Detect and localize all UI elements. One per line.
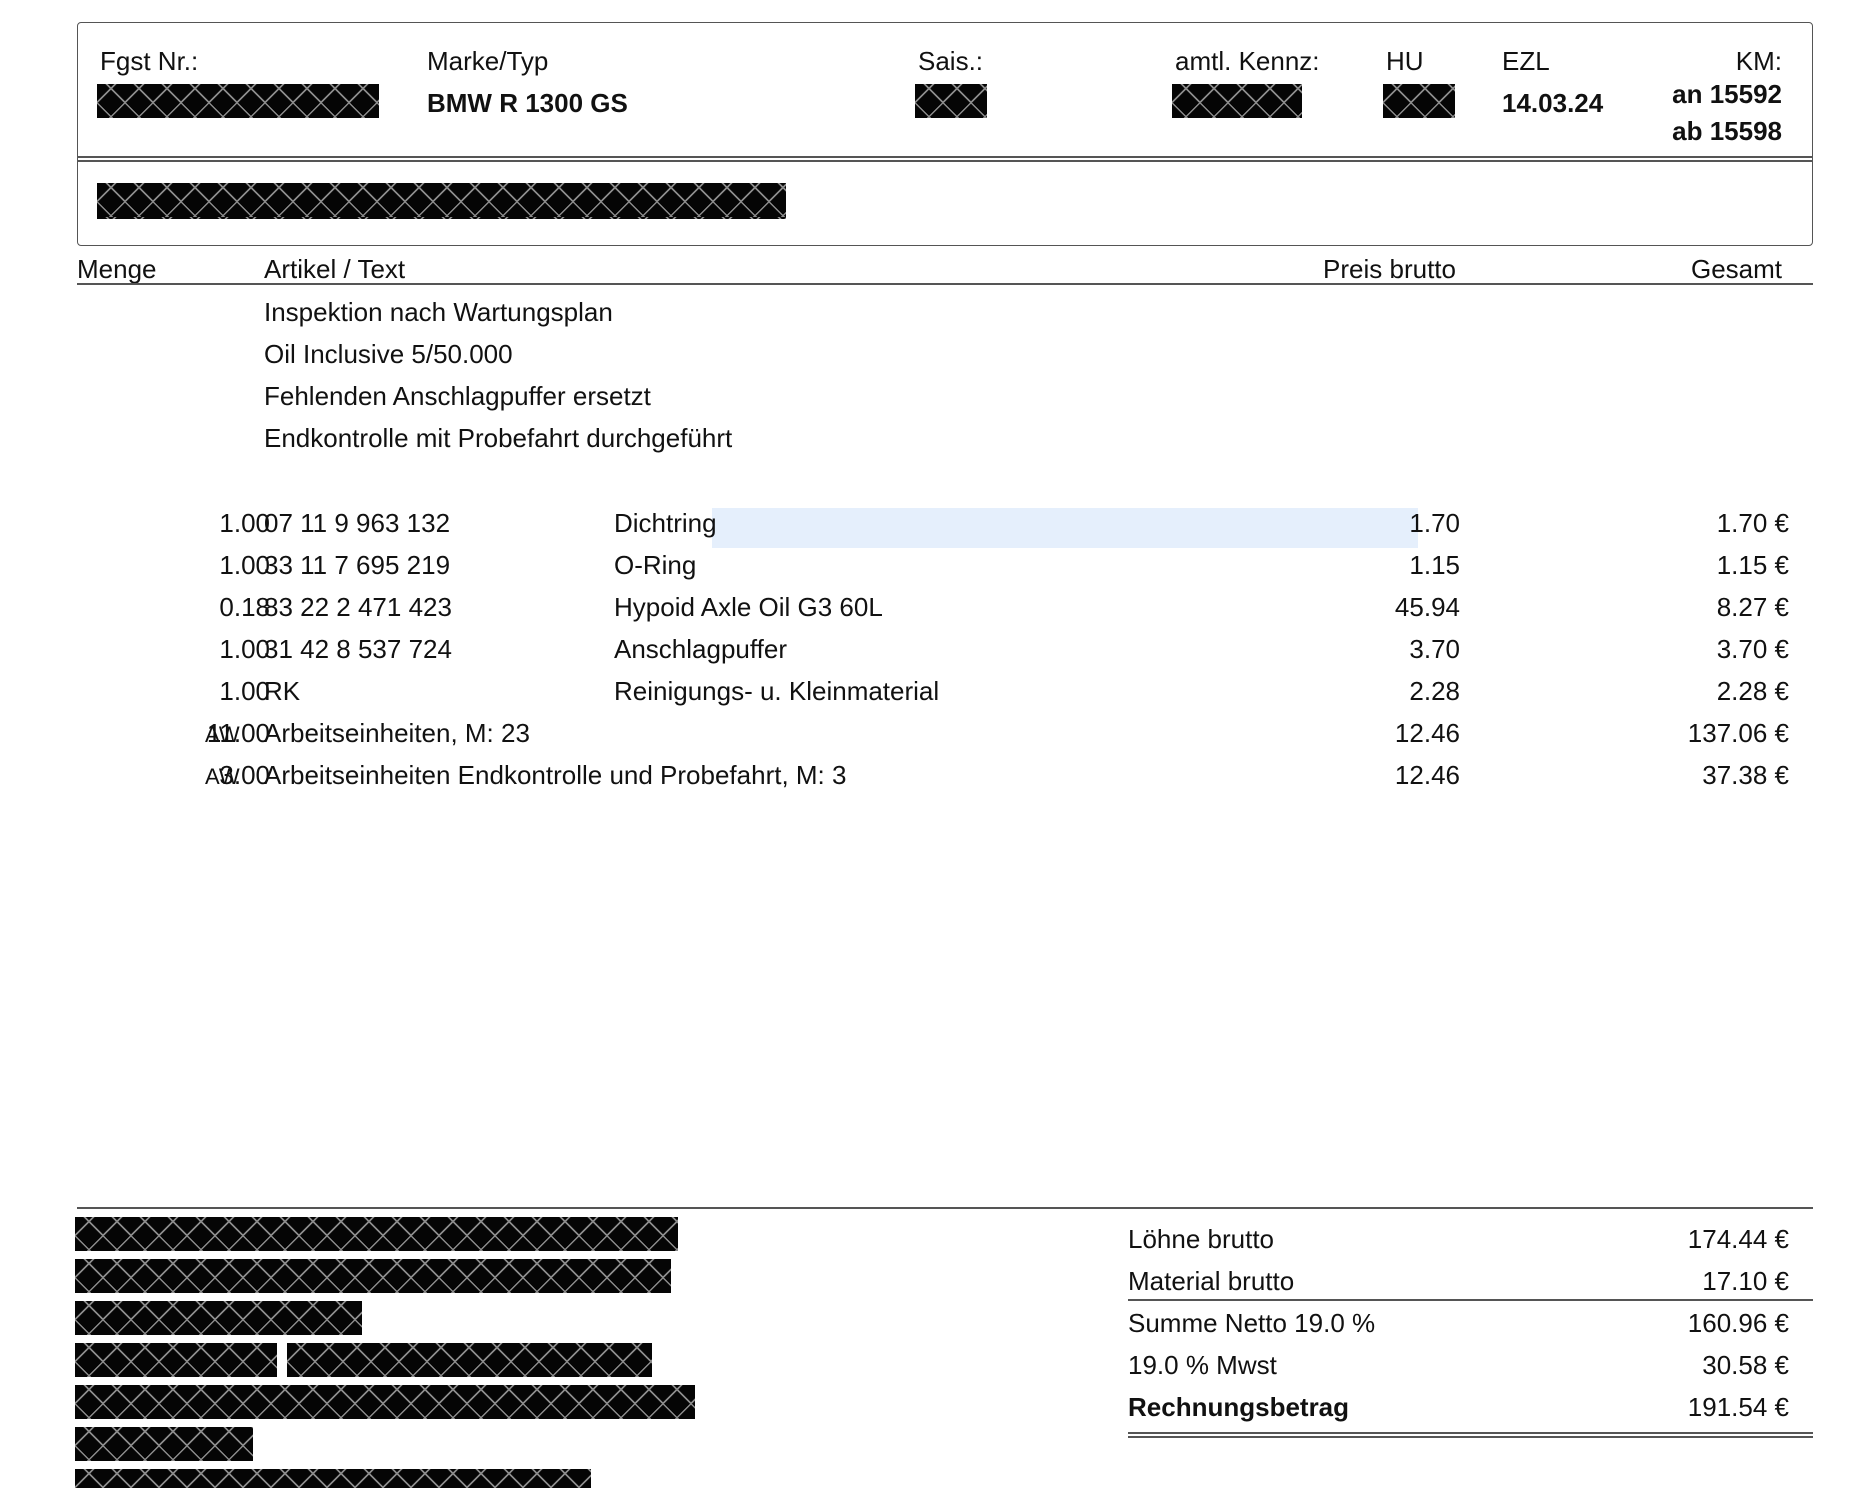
address-redacted (75, 1427, 253, 1461)
summary-loehne: Löhne brutto 174.44 € (1128, 1218, 1813, 1258)
address-redacted (75, 1385, 695, 1419)
row-name: Dichtring (614, 508, 717, 538)
row-article: Arbeitseinheiten, M: 23 (264, 718, 530, 748)
row-qty: 0.18 (219, 592, 270, 622)
row-name: Reinigungs- u. Kleinmaterial (614, 676, 940, 706)
sais-label: Sais.: (918, 46, 984, 76)
row-unit: AW (205, 722, 240, 747)
summary-netto: Summe Netto 19.0 % 160.96 € (1128, 1302, 1813, 1342)
table-row: 3.00 AW Arbeitseinheiten Endkontrolle un… (77, 756, 1813, 792)
row-name: O-Ring (614, 550, 697, 580)
row-total: 137.06 € (1687, 718, 1789, 748)
fgst-label: Fgst Nr.: (100, 46, 199, 76)
row-qty: 1.00 (219, 634, 270, 664)
row-article: Arbeitseinheiten Endkontrolle und Probef… (264, 760, 847, 790)
address-redacted (75, 1469, 591, 1488)
row-total: 1.70 € (1716, 508, 1789, 538)
row-price: 45.94 (1394, 592, 1460, 622)
km-label: KM: (1735, 46, 1782, 76)
summary-value: 160.96 € (1687, 1308, 1789, 1338)
summary-value: 174.44 € (1687, 1224, 1789, 1254)
summary-divider (1128, 1299, 1813, 1301)
km-an-value: an 15592 (1672, 79, 1782, 109)
summary-value: 17.10 € (1702, 1266, 1789, 1296)
summary-double-underline-2 (1128, 1436, 1813, 1438)
summary-value: 30.58 € (1702, 1350, 1789, 1380)
summary-label: Rechnungsbetrag (1128, 1392, 1350, 1422)
header-divider-double (77, 160, 1813, 162)
row-total: 2.28 € (1716, 676, 1789, 706)
address-redacted (287, 1343, 652, 1377)
footer-divider (77, 1207, 1813, 1209)
fgst-redacted (97, 84, 379, 118)
row-price: 12.46 (1394, 760, 1460, 790)
row-total: 37.38 € (1702, 760, 1789, 790)
address-redacted (75, 1217, 678, 1251)
summary-mwst: 19.0 % Mwst 30.58 € (1128, 1344, 1813, 1384)
kennz-label: amtl. Kennz: (1175, 46, 1320, 76)
summary-material: Material brutto 17.10 € (1128, 1260, 1813, 1300)
row-article: 33 11 7 695 219 (264, 550, 451, 580)
row-qty: 1.00 (219, 676, 270, 706)
km-ab-value: ab 15598 (1672, 116, 1782, 146)
description-line: Endkontrolle mit Probefahrt durchgeführt (264, 423, 733, 453)
row-qty: 1.00 (219, 550, 270, 580)
row-name: Anschlagpuffer (614, 634, 787, 664)
summary-label: Summe Netto 19.0 % (1128, 1308, 1376, 1338)
kennz-redacted (1172, 84, 1302, 118)
row-article: 83 22 2 471 423 (264, 592, 452, 622)
marke-label: Marke/Typ (427, 46, 549, 76)
row-price: 1.70 (1409, 508, 1460, 538)
table-row: 11.00 AW Arbeitseinheiten, M: 23 12.46 1… (77, 714, 1813, 750)
row-article: RK (264, 676, 301, 706)
summary-value: 191.54 € (1687, 1392, 1789, 1422)
header-divider (77, 156, 1813, 158)
table-row: 1.00 31 42 8 537 724 Anschlagpuffer 3.70… (77, 630, 1813, 666)
row-total: 3.70 € (1716, 634, 1789, 664)
row-qty: 1.00 (219, 508, 270, 538)
row-total: 8.27 € (1716, 592, 1789, 622)
summary-rechnungsbetrag: Rechnungsbetrag 191.54 € (1128, 1386, 1813, 1426)
row-price: 1.15 (1409, 550, 1460, 580)
hu-label: HU (1386, 46, 1424, 76)
table-row: 1.00 07 11 9 963 132 Dichtring 1.70 1.70… (77, 504, 1813, 540)
row-article: 07 11 9 963 132 (264, 508, 451, 538)
row-price: 2.28 (1409, 676, 1460, 706)
ezl-value: 14.03.24 (1502, 88, 1604, 118)
description-line: Fehlenden Anschlagpuffer ersetzt (264, 381, 651, 411)
sais-redacted (915, 84, 987, 118)
address-redacted (75, 1301, 362, 1335)
description-line: Oil Inclusive 5/50.000 (264, 339, 513, 369)
row-total: 1.15 € (1716, 550, 1789, 580)
address-redacted (75, 1259, 671, 1293)
marke-value: BMW R 1300 GS (427, 88, 628, 118)
summary-label: Löhne brutto (1128, 1224, 1275, 1254)
row-article: 31 42 8 537 724 (264, 634, 452, 664)
row-price: 3.70 (1409, 634, 1460, 664)
summary-label: 19.0 % Mwst (1128, 1350, 1277, 1380)
customer-redacted (97, 183, 786, 219)
hu-redacted (1383, 84, 1455, 118)
col-menge: Menge (77, 254, 157, 284)
col-preis: Preis brutto (1323, 254, 1456, 284)
column-header-underline (77, 283, 1813, 285)
row-unit: AW (205, 764, 240, 789)
col-gesamt: Gesamt (1690, 254, 1782, 284)
row-name: Hypoid Axle Oil G3 60L (614, 592, 883, 622)
table-row: 0.18 83 22 2 471 423 Hypoid Axle Oil G3 … (77, 588, 1813, 624)
address-redacted (75, 1343, 277, 1377)
summary-label: Material brutto (1128, 1266, 1295, 1296)
row-price: 12.46 (1394, 718, 1460, 748)
description-line: Inspektion nach Wartungsplan (264, 297, 613, 327)
table-row: 1.00 33 11 7 695 219 O-Ring 1.15 1.15 € (77, 546, 1813, 582)
ezl-label: EZL (1502, 46, 1550, 76)
table-row: 1.00 RK Reinigungs- u. Kleinmaterial 2.2… (77, 672, 1813, 708)
col-artikel: Artikel / Text (264, 254, 406, 284)
summary-double-underline (1128, 1432, 1813, 1434)
